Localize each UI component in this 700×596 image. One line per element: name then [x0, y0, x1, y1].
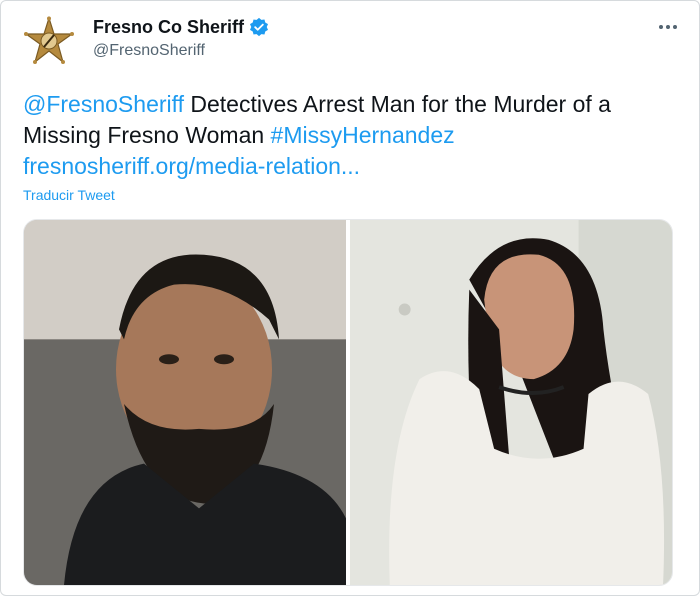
tweet-card[interactable]: Fresno Co Sheriff @FresnoSheriff @Fresno… [0, 0, 700, 596]
hashtag-link[interactable]: #MissyHernandez [271, 122, 455, 148]
author-name-row[interactable]: Fresno Co Sheriff [93, 15, 269, 39]
ellipsis-icon [666, 25, 670, 29]
url-link[interactable]: fresnosheriff.org/media-relation... [23, 153, 360, 179]
ellipsis-icon [673, 25, 677, 29]
verified-badge-icon [250, 17, 269, 37]
tweet-text: @FresnoSheriff Detectives Arrest Man for… [23, 89, 673, 182]
author-handle[interactable]: @FresnoSheriff [93, 42, 205, 60]
photo-mugshot[interactable] [24, 220, 346, 585]
translate-tweet-link[interactable]: Traducir Tweet [23, 187, 115, 203]
photo-woman[interactable] [350, 220, 672, 585]
media-grid[interactable] [23, 219, 673, 586]
sheriff-star-icon[interactable] [23, 15, 75, 67]
ellipsis-icon [659, 25, 663, 29]
author-display-name[interactable]: Fresno Co Sheriff [93, 17, 244, 38]
more-options-button[interactable] [655, 17, 681, 37]
mention-link[interactable]: @FresnoSheriff [23, 91, 184, 117]
